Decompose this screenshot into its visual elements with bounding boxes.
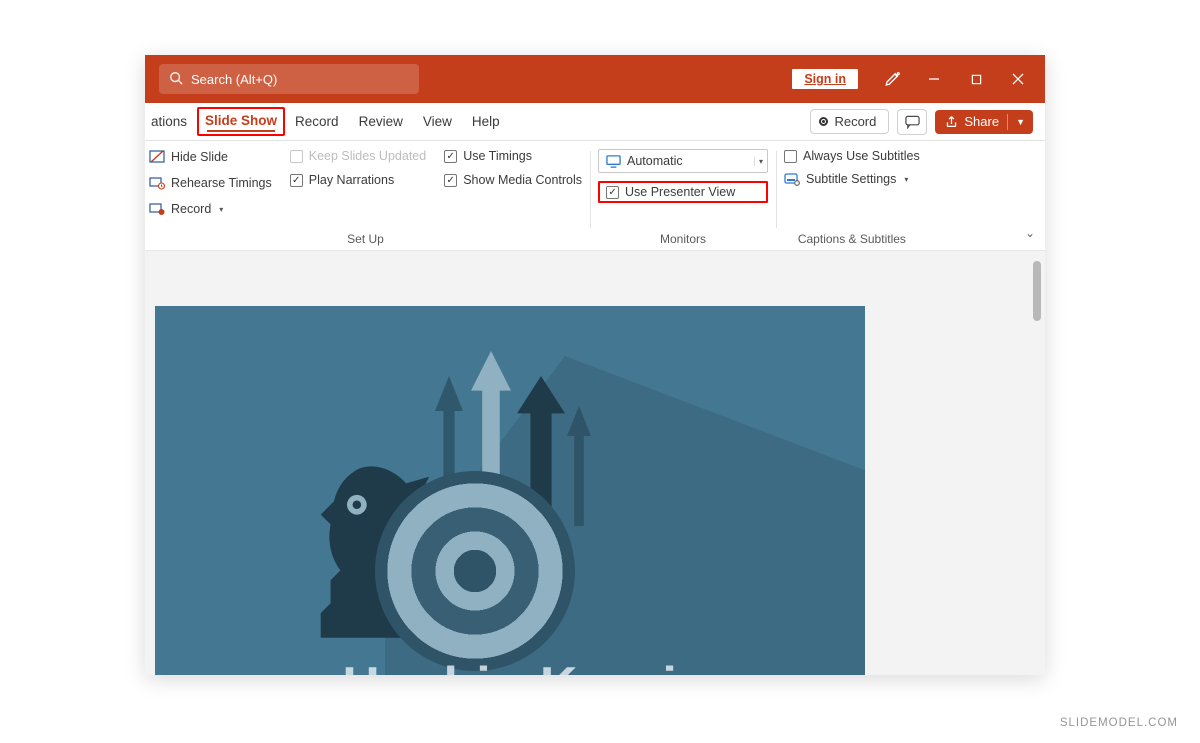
search-input[interactable]: Search (Alt+Q) (159, 64, 419, 94)
target-icon (375, 471, 575, 671)
record-button[interactable]: Record (810, 109, 889, 134)
search-icon (169, 71, 183, 88)
search-placeholder: Search (Alt+Q) (191, 72, 277, 87)
show-media-label: Show Media Controls (463, 173, 582, 187)
monitor-value: Automatic (627, 154, 748, 168)
keep-updated-label: Keep Slides Updated (309, 149, 426, 163)
draw-mode-icon[interactable] (873, 59, 913, 99)
use-timings-label: Use Timings (463, 149, 532, 163)
group-label-setup: Set Up (149, 232, 582, 250)
keep-slides-updated-checkbox: Keep Slides Updated (290, 149, 426, 163)
group-label-monitors: Monitors (598, 232, 768, 250)
always-subtitles-label: Always Use Subtitles (803, 149, 920, 163)
rehearse-icon (149, 175, 165, 191)
ribbon-group-monitors: Automatic ▾ Use Presenter View Monitors (590, 147, 776, 250)
rehearse-timings-button[interactable]: Rehearse Timings (149, 175, 272, 191)
monitor-select[interactable]: Automatic ▾ (598, 149, 768, 173)
slide-preview[interactable]: Hoshin Kanri (155, 306, 865, 675)
subtitle-settings-button[interactable]: Subtitle Settings ▾ (784, 171, 920, 187)
record-dropdown[interactable]: Record ▾ (149, 201, 272, 217)
monitor-icon (605, 153, 621, 169)
hide-slide-label: Hide Slide (171, 150, 228, 164)
checkbox-icon (784, 150, 797, 163)
share-button[interactable]: Share ▼ (935, 110, 1033, 134)
comments-button[interactable] (897, 109, 927, 135)
scrollbar[interactable] (1033, 261, 1043, 665)
ribbon-group-captions: Always Use Subtitles Subtitle Settings ▾… (776, 147, 928, 250)
ribbon: Hide Slide Rehearse Timings Record ▾ (145, 141, 1045, 251)
chevron-down-icon: ▾ (904, 175, 908, 184)
record-dd-label: Record (171, 202, 211, 216)
play-narrations-checkbox[interactable]: Play Narrations (290, 173, 426, 187)
checkbox-icon (444, 150, 457, 163)
tab-animations-partial[interactable]: ations (151, 106, 197, 138)
app-window: Search (Alt+Q) Sign in ations Slide Show… (145, 55, 1045, 675)
share-label: Share (964, 114, 999, 129)
slide-canvas-area: Hoshin Kanri (145, 251, 1045, 675)
show-media-controls-checkbox[interactable]: Show Media Controls (444, 173, 582, 187)
record-slideshow-icon (149, 201, 165, 217)
chevron-down-icon: ▾ (219, 205, 223, 214)
chevron-down-icon: ▼ (1016, 117, 1025, 127)
minimize-button[interactable] (913, 59, 955, 99)
maximize-button[interactable] (955, 59, 997, 99)
checkbox-icon (606, 186, 619, 199)
checkbox-icon (290, 150, 303, 163)
subtitle-settings-icon (784, 171, 800, 187)
ribbon-group-setup: Hide Slide Rehearse Timings Record ▾ (145, 147, 590, 250)
tab-slide-show[interactable]: Slide Show (197, 107, 285, 136)
record-dot-icon (819, 117, 828, 126)
title-bar: Search (Alt+Q) Sign in (145, 55, 1045, 103)
close-button[interactable] (997, 59, 1039, 99)
record-button-label: Record (834, 114, 876, 129)
chevron-down-icon: ▾ (754, 157, 763, 166)
scroll-thumb[interactable] (1033, 261, 1041, 321)
always-subtitles-checkbox[interactable]: Always Use Subtitles (784, 149, 920, 163)
collapse-ribbon-button[interactable]: ⌄ (1025, 226, 1035, 240)
rehearse-label: Rehearse Timings (171, 176, 272, 190)
group-label-captions: Captions & Subtitles (784, 232, 920, 250)
watermark: SLIDEMODEL.COM (1060, 717, 1178, 729)
tab-review[interactable]: Review (349, 106, 413, 138)
hide-slide-icon (149, 149, 165, 165)
play-narrations-label: Play Narrations (309, 173, 394, 187)
checkbox-icon (444, 174, 457, 187)
tab-strip: ations Slide Show Record Review View Hel… (145, 103, 1045, 141)
hide-slide-button[interactable]: Hide Slide (149, 149, 272, 165)
tab-record[interactable]: Record (285, 106, 349, 138)
use-presenter-view-checkbox[interactable]: Use Presenter View (598, 181, 768, 203)
checkbox-icon (290, 174, 303, 187)
share-icon (945, 115, 958, 128)
subtitle-settings-label: Subtitle Settings (806, 172, 896, 186)
sign-in-button[interactable]: Sign in (791, 68, 859, 90)
use-timings-checkbox[interactable]: Use Timings (444, 149, 582, 163)
tab-help[interactable]: Help (462, 106, 510, 138)
slide-title: Hoshin Kanri (155, 656, 865, 675)
tab-view[interactable]: View (413, 106, 462, 138)
presenter-view-label: Use Presenter View (625, 185, 735, 199)
